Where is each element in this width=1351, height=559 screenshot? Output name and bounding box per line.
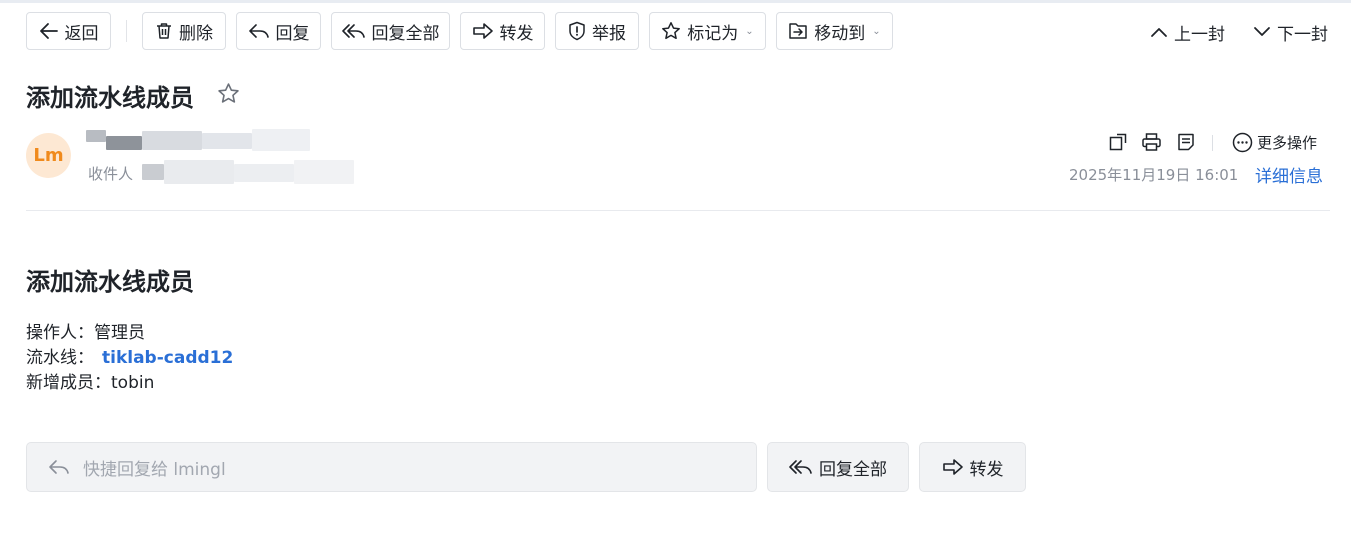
reply-all-icon <box>341 24 365 38</box>
star-icon[interactable] <box>217 82 240 105</box>
shield-icon <box>569 21 585 41</box>
operator-label: 操作人： <box>26 323 94 343</box>
new-member-value: tobin <box>111 373 155 393</box>
prev-mail-button[interactable]: 上一封 <box>1150 20 1225 45</box>
printer-icon[interactable] <box>1141 132 1162 152</box>
pipeline-label: 流水线： <box>26 348 94 368</box>
forward-icon <box>942 459 963 475</box>
operator-value: 管理员 <box>94 323 145 343</box>
reply-button[interactable]: 回复 <box>236 12 321 50</box>
next-mail-label: 下一封 <box>1277 24 1328 45</box>
chevron-down-icon <box>1254 27 1270 36</box>
reply-all-button[interactable]: 回复全部 <box>331 12 450 50</box>
forward-label: 转发 <box>499 23 534 44</box>
pipeline-link[interactable]: tiklab-cadd12 <box>102 348 233 368</box>
mark-as-label: 标记为 <box>687 23 739 44</box>
forward-button[interactable]: 转发 <box>460 12 545 50</box>
header-divider <box>26 210 1330 211</box>
new-member-line: 新增成员： tobin <box>26 368 154 393</box>
mail-date: 2025年11月19日 16:01 <box>1069 166 1239 184</box>
tools-divider <box>1212 135 1213 151</box>
copy-window-icon[interactable] <box>1108 132 1128 152</box>
more-icon <box>1232 132 1253 153</box>
reply-icon <box>248 24 269 38</box>
pipeline-line: 流水线： tiklab-cadd12 <box>26 343 233 368</box>
arrow-left-icon <box>39 23 58 39</box>
forward-bottom-label: 转发 <box>969 459 1004 480</box>
more-ops-label: 更多操作 <box>1257 134 1318 152</box>
move-to-label: 移动到 <box>814 23 866 44</box>
back-label: 返回 <box>64 23 99 44</box>
chevron-down-icon: ⌄ <box>745 25 754 37</box>
reply-all-bottom-button[interactable]: 回复全部 <box>767 442 909 492</box>
forward-icon <box>472 23 493 39</box>
operator-line: 操作人： 管理员 <box>26 318 145 343</box>
note-icon[interactable] <box>1176 132 1196 152</box>
quick-reply-placeholder: 快捷回复给 lmingl <box>83 459 226 480</box>
chevron-up-icon <box>1151 28 1167 37</box>
reply-all-label: 回复全部 <box>371 23 440 44</box>
quick-reply-input[interactable]: 快捷回复给 lmingl <box>26 442 757 492</box>
new-member-label: 新增成员： <box>26 373 111 393</box>
top-border <box>0 0 1351 3</box>
detail-info-link[interactable]: 详细信息 <box>1255 162 1323 187</box>
reply-all-bottom-label: 回复全部 <box>819 459 887 480</box>
reply-label: 回复 <box>275 23 310 44</box>
delete-button[interactable]: 删除 <box>142 12 226 50</box>
mail-subject: 添加流水线成员 <box>26 84 194 112</box>
delete-label: 删除 <box>179 23 213 44</box>
more-ops-button[interactable]: 更多操作 <box>1232 132 1317 153</box>
back-button[interactable]: 返回 <box>26 12 111 50</box>
toolbar-divider <box>126 20 127 42</box>
report-button[interactable]: 举报 <box>555 12 639 50</box>
move-to-dropdown[interactable]: 移动到 ⌄ <box>776 12 893 50</box>
prev-mail-label: 上一封 <box>1174 24 1225 45</box>
star-icon <box>662 22 681 40</box>
folder-move-icon <box>789 23 808 39</box>
report-label: 举报 <box>592 23 626 44</box>
next-mail-button[interactable]: 下一封 <box>1253 20 1328 45</box>
trash-icon <box>157 23 171 39</box>
body-title: 添加流水线成员 <box>26 268 194 296</box>
avatar[interactable]: Lm <box>26 133 71 178</box>
chevron-down-icon: ⌄ <box>872 25 881 37</box>
reply-all-icon <box>789 460 812 474</box>
reply-icon <box>49 460 69 474</box>
recipient-label: 收件人 <box>88 165 134 183</box>
mark-as-dropdown[interactable]: 标记为 ⌄ <box>649 12 766 50</box>
forward-bottom-button[interactable]: 转发 <box>919 442 1026 492</box>
